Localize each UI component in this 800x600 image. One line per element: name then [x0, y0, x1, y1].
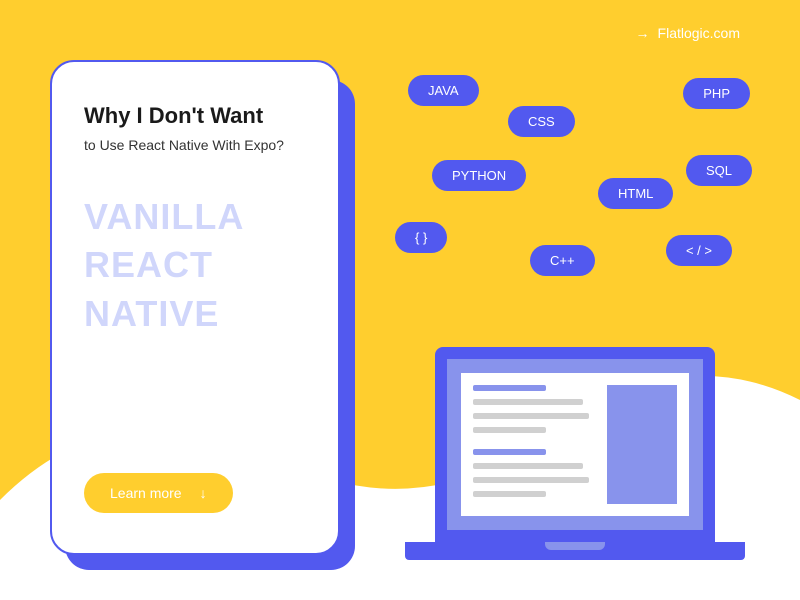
learn-more-label: Learn more [110, 485, 182, 501]
pill-python: PYTHON [432, 160, 526, 191]
learn-more-button[interactable]: Learn more ↓ [84, 473, 233, 513]
vanilla-headline: VANILLA REACT NATIVE [84, 193, 306, 339]
laptop-screen [435, 347, 715, 542]
vanilla-line-1: VANILLA [84, 193, 306, 242]
laptop-illustration [435, 347, 745, 560]
laptop-side-panel [607, 385, 677, 504]
pill-html: HTML [598, 178, 673, 209]
pill-php: PHP [683, 78, 750, 109]
arrow-right-icon: → [636, 25, 650, 41]
card-subtitle: to Use React Native With Expo? [84, 137, 306, 153]
arrow-down-icon: ↓ [200, 485, 207, 501]
promo-card: Why I Don't Want to Use React Native Wit… [50, 60, 340, 555]
pill-sql: SQL [686, 155, 752, 186]
pill-braces: { } [395, 222, 447, 253]
pill-cpp: C++ [530, 245, 595, 276]
laptop-code-lines [473, 385, 595, 504]
pill-css: CSS [508, 106, 575, 137]
card-title: Why I Don't Want [84, 102, 306, 131]
vanilla-line-3: NATIVE [84, 290, 306, 339]
attribution-text: Flatlogic.com [658, 25, 740, 41]
pill-java: JAVA [408, 75, 479, 106]
vanilla-line-2: REACT [84, 241, 306, 290]
laptop-base [405, 542, 745, 560]
pill-closetag: < / > [666, 235, 732, 266]
laptop-screen-content [461, 373, 689, 516]
attribution-link[interactable]: → Flatlogic.com [636, 25, 740, 41]
